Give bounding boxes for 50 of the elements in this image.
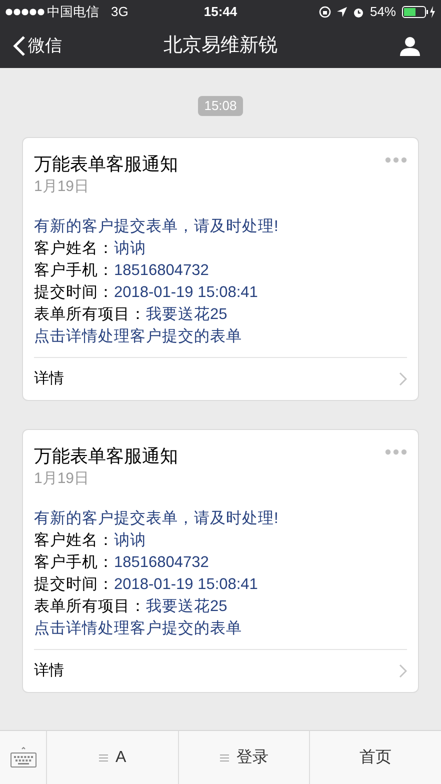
signal-icon [5,8,45,16]
keyboard-icon [10,746,36,768]
field-value: 我要送花25 [146,598,228,615]
field-label: 表单所有项目： [34,598,146,615]
field-label: 客户手机： [34,262,114,279]
field-label: 表单所有项目： [34,306,146,323]
chevron-right-icon [399,664,407,678]
field-value: 讷讷 [114,240,146,257]
message-text: 有新的客户提交表单，请及时处理! [34,218,278,235]
field-value: 2018-01-19 15:08:41 [114,284,258,301]
battery-charging-icon [402,6,436,18]
details-link[interactable]: 详情 [34,649,407,692]
chevron-right-icon [399,372,407,386]
timestamp-badge: 15:08 [198,96,243,116]
chevron-left-icon [13,35,26,57]
chat-title: 北京易维新锐 [164,34,278,58]
field-value: 2018-01-19 15:08:41 [114,576,258,593]
card-title: 万能表单客服通知 [34,153,178,176]
field-label: 提交时间： [34,284,114,301]
more-icon[interactable] [385,449,407,455]
menu-item[interactable]: 登录 [178,731,310,784]
more-icon[interactable] [385,157,407,163]
card-date: 1月19日 [33,177,90,197]
clock-text: 15:44 [204,3,238,22]
message-text: 点击详情处理客户提交的表单 [34,328,242,345]
field-value: 讷讷 [114,532,146,549]
network-text: 3G [111,3,128,22]
field-label: 客户姓名： [34,532,114,549]
menu-item[interactable]: 首页 [310,731,441,784]
message-text: 点击详情处理客户提交的表单 [34,620,242,637]
field-value: 18516804732 [114,262,209,279]
submenu-icon [220,754,228,762]
details-link[interactable]: 详情 [34,357,407,400]
menu-item[interactable]: A [47,731,179,784]
carrier-text: 中国电信 [47,3,99,22]
field-label: 客户姓名： [34,240,114,257]
back-button[interactable]: 微信 [13,33,62,59]
battery-text: 54% [370,3,396,22]
card-title: 万能表单客服通知 [34,445,178,468]
submenu-icon [98,754,108,762]
field-label: 客户手机： [34,554,114,571]
message-text: 有新的客户提交表单，请及时处理! [34,510,278,527]
person-icon[interactable] [400,36,420,56]
location-icon [336,7,347,17]
card-date: 1月19日 [33,469,90,489]
field-label: 提交时间： [34,576,114,593]
field-value: 我要送花25 [146,306,228,323]
alarm-icon [352,6,364,18]
rotation-lock-icon [318,6,331,18]
field-value: 18516804732 [114,554,209,571]
